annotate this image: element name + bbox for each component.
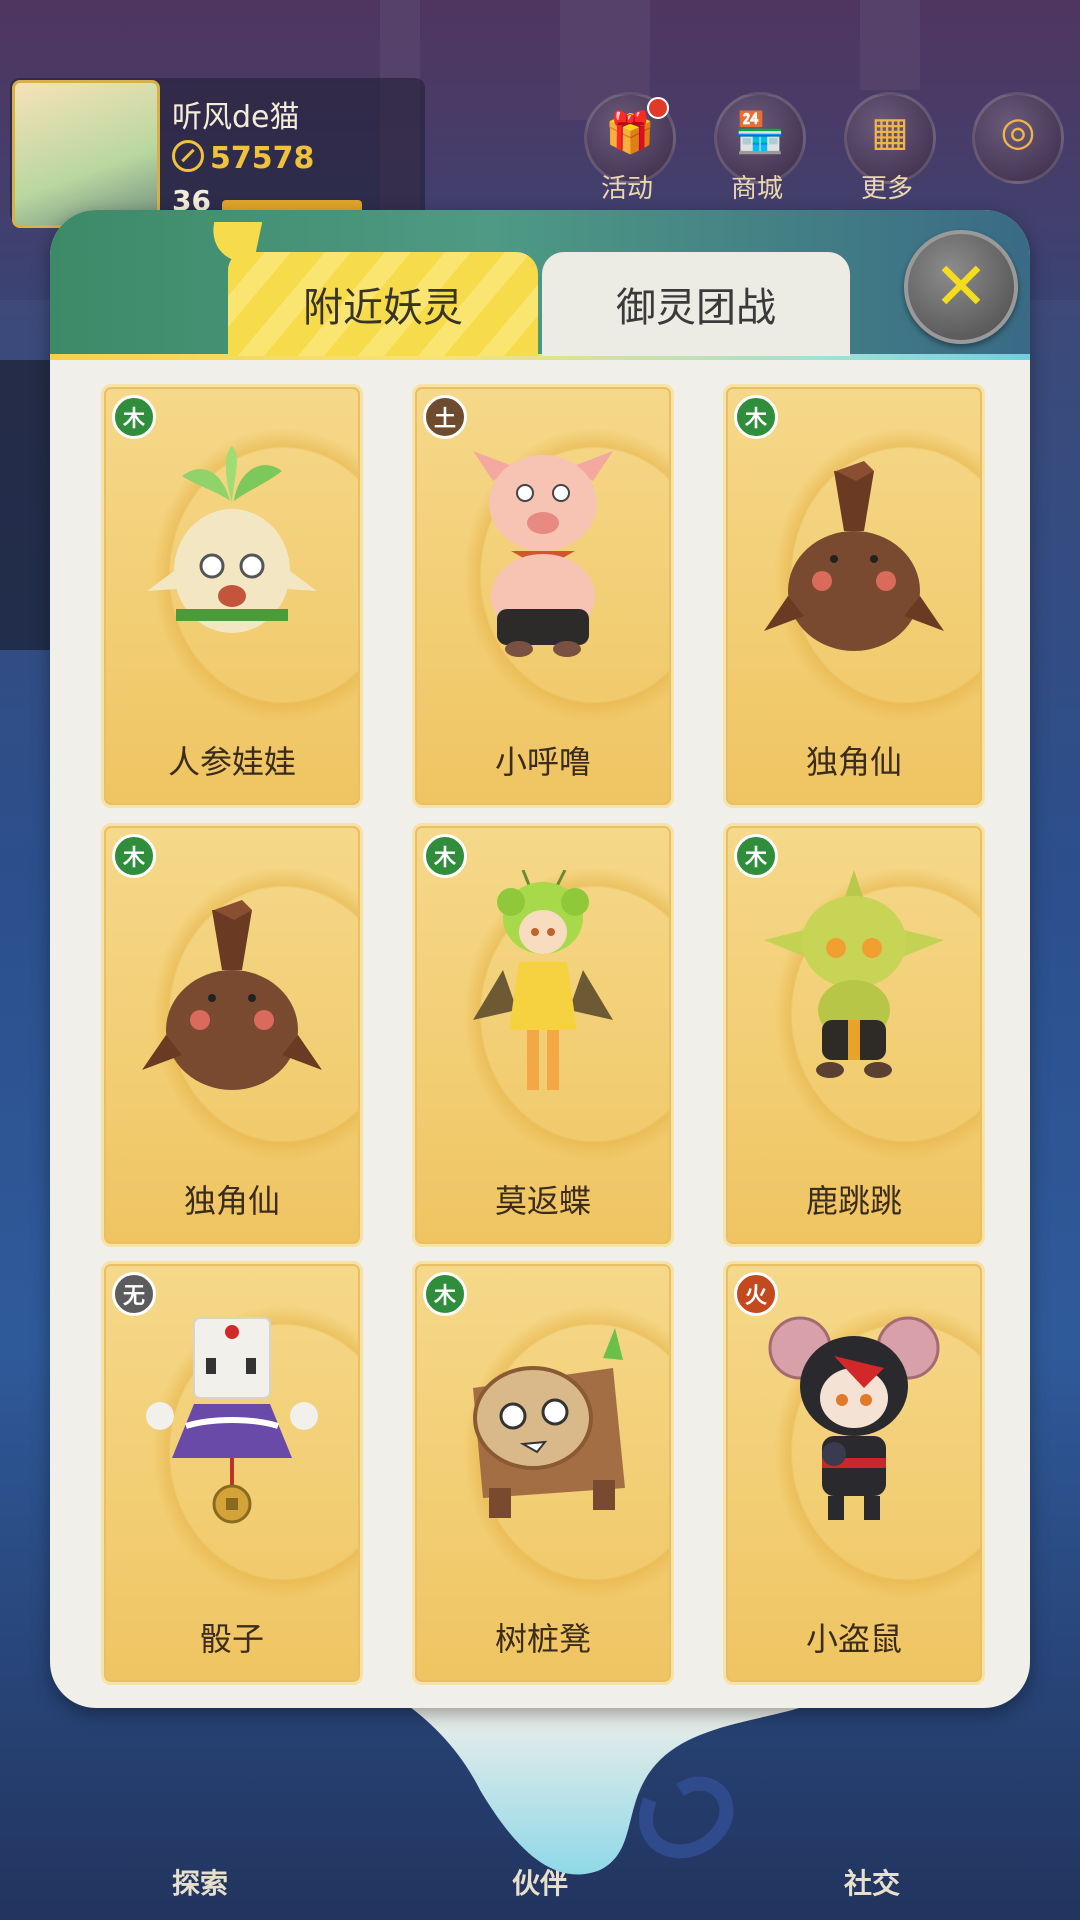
spirit-card[interactable]: 木 莫返蝶 [412,823,674,1247]
spirit-name: 人参娃娃 [167,743,296,781]
pig-sprite [473,451,613,657]
spirit-card[interactable]: 火 小盗鼠 [723,1261,985,1685]
player-power: 57578 [172,140,314,176]
close-button[interactable]: ✕ [904,230,1018,344]
spirit-card[interactable]: 木 人参娃娃 [101,384,363,808]
side-event-strip[interactable] [0,360,52,650]
spirit-card[interactable]: 木 独角仙 [101,823,363,1247]
tab-team-battle[interactable]: 御灵团战 [542,252,850,356]
shop-label: 商城 [730,174,783,204]
panel-swirl-tail [400,1700,820,1875]
spirit-card[interactable]: 木 树桩凳 [412,1261,674,1685]
activity-label: 活动 [600,174,653,204]
dice-sprite [146,1317,318,1524]
shop-icon: 🏪 [735,110,785,156]
tab-nearby-spirits[interactable]: 附近妖灵 [228,252,538,356]
spirit-name: 树桩凳 [494,1620,591,1658]
spirit-card[interactable]: 土 小呼噜 [412,384,674,808]
power-icon [172,140,204,172]
spirit-card[interactable]: 无 骰子 [101,1261,363,1685]
beetle-sprite [764,461,944,651]
dialog-header [50,210,1030,360]
spirit-name: 骰子 [199,1620,264,1658]
goblin-sprite [764,870,944,1078]
spirit-name: 莫返蝶 [494,1182,591,1220]
beetle-sprite [142,900,322,1090]
tab-label: 御灵团战 [616,285,776,331]
spirit-name: 鹿跳跳 [805,1182,902,1220]
close-icon: ✕ [933,248,989,325]
power-value: 57578 [210,141,315,176]
spirit-card[interactable]: 木 鹿跳跳 [723,823,985,1247]
butterfly-girl-sprite [473,870,613,1090]
notification-badge [647,97,669,119]
compass-icon: ◎ [1000,109,1036,155]
nav-explore[interactable]: 探索 [172,1862,228,1902]
nav-social[interactable]: 社交 [844,1862,900,1902]
more-label: 更多 [860,174,913,204]
spirit-name: 独角仙 [183,1182,280,1220]
spirit-card[interactable]: 木 独角仙 [723,384,985,808]
player-name: 听风de猫 [172,100,300,135]
grid-icon: ▦ [871,109,909,155]
mouse-sprite [768,1316,940,1520]
tab-label: 附近妖灵 [303,285,463,331]
spirit-name: 小呼噜 [494,743,591,781]
spirit-name: 独角仙 [805,743,902,781]
ginseng-sprite [147,446,317,633]
player-avatar[interactable] [12,80,160,228]
stump-sprite [473,1328,625,1518]
skyline-building [860,0,920,90]
spirit-name: 小盗鼠 [805,1620,902,1658]
header-divider [50,354,1030,360]
compass-button[interactable]: ◎ [972,92,1064,184]
